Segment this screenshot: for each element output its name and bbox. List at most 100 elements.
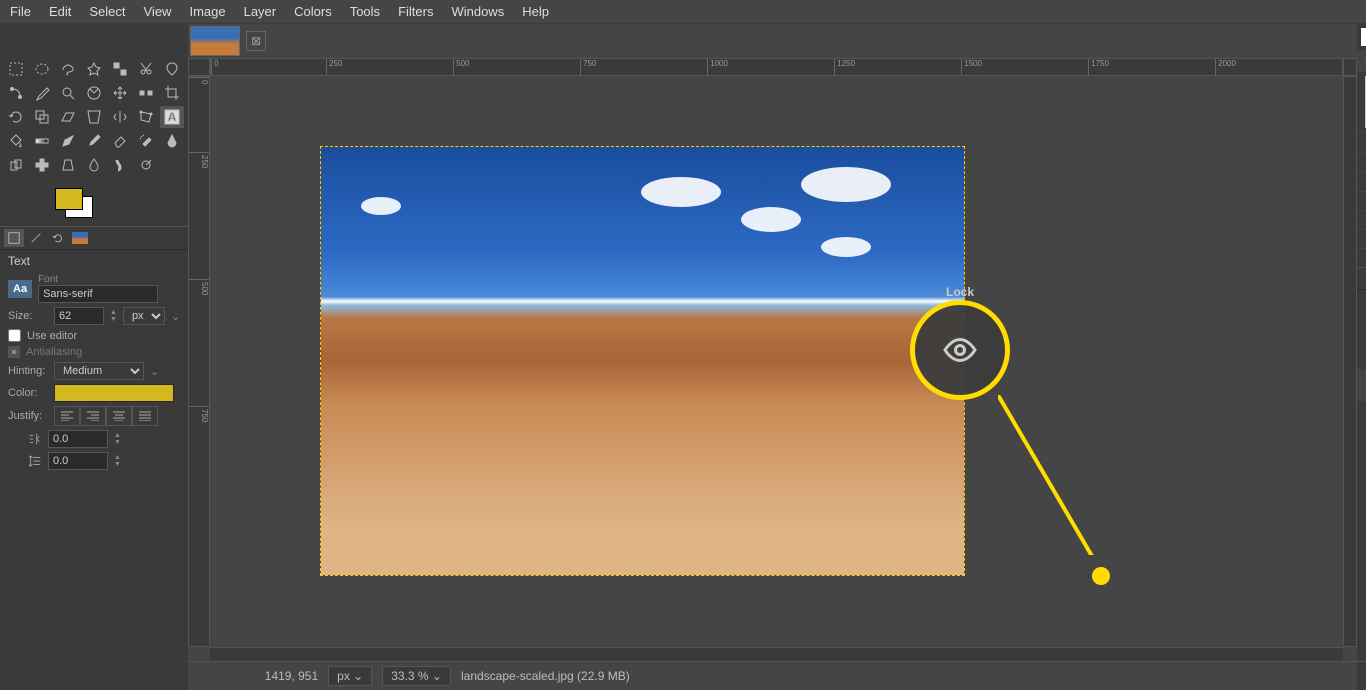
- justify-label: Justify:: [8, 410, 48, 422]
- scissors-tool-icon[interactable]: [134, 58, 158, 80]
- menu-colors[interactable]: Colors: [294, 4, 332, 19]
- antialiasing-close-icon[interactable]: ×: [8, 346, 20, 358]
- measure-tool-icon[interactable]: [82, 82, 106, 104]
- bucket-tool-icon[interactable]: [4, 130, 28, 152]
- rotate-tool-icon[interactable]: [4, 106, 28, 128]
- use-editor-label: Use editor: [27, 330, 77, 342]
- color-swatch[interactable]: [55, 188, 95, 218]
- canvas-area: ⊠ 025050075010001250150017502000 0250500…: [188, 24, 1357, 690]
- callout-label: Lock: [946, 285, 974, 299]
- menu-file[interactable]: File: [10, 4, 31, 19]
- justify-center-icon[interactable]: [106, 406, 132, 426]
- layer-tabs: Layers Channels Paths ◂: [1357, 267, 1366, 290]
- airbrush-tool-icon[interactable]: [134, 130, 158, 152]
- tool-options-panel: Text Aa Font Size: ▲▼ px ⌄ Use editor ×A…: [0, 250, 188, 478]
- eraser-tool-icon[interactable]: [108, 130, 132, 152]
- file-info: landscape-scaled.jpg (22.9 MB): [461, 669, 630, 683]
- menu-help[interactable]: Help: [522, 4, 549, 19]
- font-icon: Aa: [8, 280, 32, 298]
- foreground-select-tool-icon[interactable]: [160, 58, 184, 80]
- size-label: Size:: [8, 310, 48, 322]
- crop-tool-icon[interactable]: [160, 82, 184, 104]
- indent-input[interactable]: [48, 430, 108, 448]
- ink-tool-icon[interactable]: [160, 130, 184, 152]
- foreground-color[interactable]: [55, 188, 83, 210]
- ruler-corner: [188, 58, 210, 76]
- menu-view[interactable]: View: [144, 4, 172, 19]
- paintbrush-tool-icon[interactable]: [82, 130, 106, 152]
- color-label: Color:: [8, 387, 48, 399]
- shear-tool-icon[interactable]: [56, 106, 80, 128]
- menubar: File Edit Select View Image Layer Colors…: [0, 0, 1366, 24]
- menu-image[interactable]: Image: [189, 4, 225, 19]
- menu-layer[interactable]: Layer: [244, 4, 277, 19]
- move-tool-icon[interactable]: [108, 82, 132, 104]
- justify-left-icon[interactable]: [54, 406, 80, 426]
- use-editor-checkbox[interactable]: [8, 329, 21, 342]
- clone-tool-icon[interactable]: [4, 154, 28, 176]
- size-input[interactable]: [54, 307, 104, 325]
- scale-tool-icon[interactable]: [30, 106, 54, 128]
- device-status-tab-icon[interactable]: [26, 229, 46, 247]
- dodge-tool-icon[interactable]: [134, 154, 158, 176]
- menu-edit[interactable]: Edit: [49, 4, 71, 19]
- eye-icon: [942, 332, 978, 368]
- hinting-select[interactable]: Medium: [54, 362, 144, 380]
- font-input[interactable]: [38, 285, 158, 303]
- perspective-clone-tool-icon[interactable]: [56, 154, 80, 176]
- brushes-tab-icon[interactable]: [1361, 28, 1366, 46]
- undo-history-tab-icon[interactable]: [48, 229, 68, 247]
- pencil-tool-icon[interactable]: [56, 130, 80, 152]
- images-tab-icon[interactable]: [70, 229, 90, 247]
- paths-tool-icon[interactable]: [4, 82, 28, 104]
- tool-options-tab-icon[interactable]: [4, 229, 24, 247]
- canvas-image[interactable]: [320, 146, 965, 576]
- menu-filters[interactable]: Filters: [398, 4, 433, 19]
- layer-footer: [1357, 661, 1366, 690]
- horizontal-ruler: 025050075010001250150017502000: [210, 58, 1343, 76]
- horizontal-scrollbar[interactable]: [210, 647, 1343, 661]
- antialiasing-label: Antialiasing: [26, 346, 82, 358]
- callout-dot: [1092, 567, 1110, 585]
- zoom-tool-icon[interactable]: [56, 82, 80, 104]
- rect-select-tool-icon[interactable]: [4, 58, 28, 80]
- color-select-tool-icon[interactable]: [108, 58, 132, 80]
- brush-tabs: Aa ◂: [1357, 24, 1366, 50]
- document-tab[interactable]: ⊠: [188, 24, 1357, 58]
- menu-windows[interactable]: Windows: [451, 4, 504, 19]
- text-tool-icon[interactable]: A: [160, 106, 184, 128]
- justify-fill-icon[interactable]: [132, 406, 158, 426]
- perspective-tool-icon[interactable]: [82, 106, 106, 128]
- line-spacing-input[interactable]: [48, 452, 108, 470]
- blur-tool-icon[interactable]: [82, 154, 106, 176]
- text-color-button[interactable]: [54, 384, 174, 402]
- toolbox: A: [0, 54, 188, 180]
- flip-tool-icon[interactable]: [108, 106, 132, 128]
- blend-tool-icon[interactable]: [30, 130, 54, 152]
- ellipse-select-tool-icon[interactable]: [30, 58, 54, 80]
- zoom-select[interactable]: 33.3 % ⌄: [382, 666, 451, 686]
- color-picker-tool-icon[interactable]: [30, 82, 54, 104]
- menu-tools[interactable]: Tools: [350, 4, 380, 19]
- image-viewport[interactable]: [210, 76, 1343, 647]
- unit-select[interactable]: px ⌄: [328, 666, 372, 686]
- cage-tool-icon[interactable]: [134, 106, 158, 128]
- right-panel: Aa ◂ Clipboard Mask Shape: Radius0.1 Spi…: [1357, 24, 1366, 690]
- layer-item[interactable]: landscape-scaled.jpg: [1357, 369, 1366, 401]
- lasso-tool-icon[interactable]: [56, 58, 80, 80]
- menu-select[interactable]: Select: [89, 4, 125, 19]
- vertical-scrollbar[interactable]: [1343, 76, 1357, 647]
- font-label: Font: [38, 274, 180, 285]
- heal-tool-icon[interactable]: [30, 154, 54, 176]
- hinting-label: Hinting:: [8, 365, 48, 377]
- fuzzy-select-tool-icon[interactable]: [82, 58, 106, 80]
- smudge-tool-icon[interactable]: [108, 154, 132, 176]
- justify-right-icon[interactable]: [80, 406, 106, 426]
- left-panel: A Text Aa: [0, 24, 188, 690]
- close-document-icon[interactable]: ⊠: [246, 31, 266, 51]
- callout-eye: Lock: [910, 300, 1010, 400]
- align-tool-icon[interactable]: [134, 82, 158, 104]
- cursor-coords: 1419, 951: [228, 669, 318, 683]
- line-spacing-icon: [28, 454, 42, 468]
- size-unit-select[interactable]: px: [123, 307, 165, 325]
